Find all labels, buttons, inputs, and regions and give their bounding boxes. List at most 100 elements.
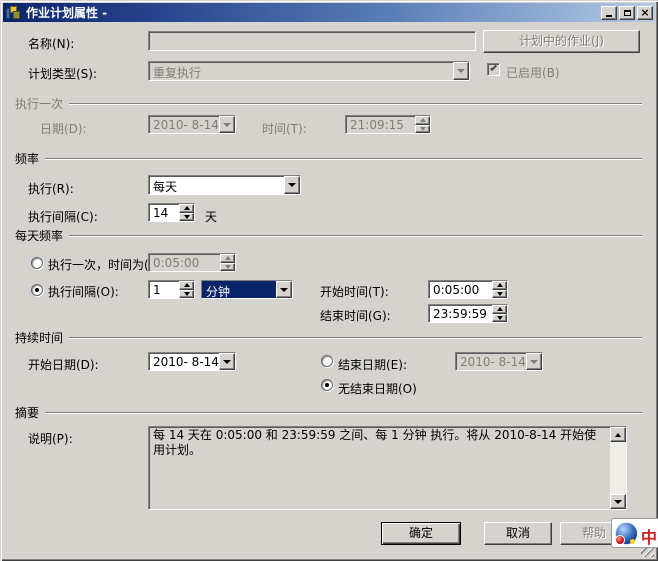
check-icon: [490, 64, 497, 71]
ime-icon[interactable]: [616, 523, 637, 544]
spinner-buttons: [220, 254, 235, 271]
one-time-time-label: 时间(T):: [262, 120, 307, 137]
ime-red-dot-icon: [615, 535, 625, 545]
ime-language-bar[interactable]: 中: [611, 518, 658, 548]
chevron-down-icon: [457, 69, 465, 73]
occurs-every-radio[interactable]: [31, 284, 43, 296]
end-date-dropdown: 2010- 8-14: [455, 352, 543, 371]
chevron-down-icon: [223, 123, 231, 127]
scrollbar-track[interactable]: [610, 442, 626, 494]
arrow-down-icon: [184, 292, 190, 296]
ok-button[interactable]: 确定: [381, 522, 461, 545]
occurs-once-radio[interactable]: [31, 257, 43, 269]
schedule-type-label: 计划类型(S):: [28, 65, 97, 82]
occurs-every-unit-value: 分钟: [202, 281, 276, 298]
start-date-label: 开始日期(D):: [28, 356, 99, 373]
spinner-down-button[interactable]: [179, 290, 194, 299]
occurs-every-label: 执行间隔(O):: [48, 283, 119, 300]
title-bar[interactable]: 作业计划属性 - ×: [3, 3, 655, 22]
no-end-date-radio[interactable]: [321, 379, 333, 391]
section-divider: [69, 235, 642, 237]
recurs-interval-value: 14: [149, 204, 179, 221]
occurs-value: 每天: [149, 176, 284, 194]
section-divider: [69, 337, 642, 339]
recurs-interval-label: 执行间隔(C):: [28, 208, 98, 225]
dropdown-arrow-button[interactable]: [276, 281, 292, 298]
schedule-icon: [6, 6, 21, 20]
one-time-section-header: 执行一次: [15, 96, 642, 110]
section-divider: [45, 412, 642, 414]
frequency-section-header: 频率: [15, 151, 642, 165]
arrow-up-icon: [184, 283, 190, 287]
chevron-down-icon: [223, 360, 231, 364]
arrow-up-icon: [184, 206, 190, 210]
occurs-every-value-spinner[interactable]: 1: [148, 280, 195, 299]
spinner-buttons[interactable]: [492, 305, 507, 322]
start-date-value: 2010- 8-14: [149, 353, 219, 370]
cancel-button[interactable]: 取消: [484, 522, 552, 545]
daily-end-time-label: 结束时间(G):: [320, 307, 391, 324]
spinner-up-button[interactable]: [492, 281, 507, 290]
minimize-button[interactable]: [601, 6, 617, 20]
arrow-down-icon: [184, 215, 190, 219]
spinner-up-button[interactable]: [179, 204, 194, 213]
enabled-label: 已启用(B): [506, 64, 560, 81]
duration-header-text: 持续时间: [15, 329, 69, 346]
section-divider: [69, 103, 642, 105]
maximize-button[interactable]: [619, 6, 635, 20]
vertical-scrollbar[interactable]: [610, 427, 626, 509]
spinner-down-button[interactable]: [179, 213, 194, 222]
summary-header-text: 摘要: [15, 404, 45, 421]
one-time-time-value: 21:09:15: [346, 116, 415, 133]
occurs-label: 执行(R):: [28, 180, 74, 197]
spinner-up-button[interactable]: [179, 281, 194, 290]
occurs-once-time-spinner: 0:05:00: [148, 253, 236, 272]
dropdown-arrow-button[interactable]: [219, 353, 235, 370]
description-text: 每 14 天在 0:05:00 和 23:59:59 之间、每 1 分钟 执行。…: [149, 427, 610, 509]
daily-end-time-value: 23:59:59: [429, 305, 492, 322]
window-title: 作业计划属性 -: [26, 4, 599, 21]
dropdown-arrow-button[interactable]: [284, 176, 300, 194]
spinner-down-button[interactable]: [492, 314, 507, 323]
chevron-down-icon: [530, 360, 538, 364]
name-label: 名称(N):: [28, 35, 74, 52]
section-divider: [45, 158, 642, 160]
summary-section-header: 摘要: [15, 405, 642, 419]
occurs-every-unit-dropdown[interactable]: 分钟: [201, 280, 293, 299]
spinner-buttons[interactable]: [492, 281, 507, 298]
close-icon: ×: [640, 8, 649, 18]
spinner-buttons[interactable]: [179, 204, 194, 221]
start-date-dropdown[interactable]: 2010- 8-14: [148, 352, 236, 371]
days-unit-label: 天: [205, 208, 217, 225]
end-date-radio[interactable]: [321, 355, 333, 367]
arrow-up-icon: [497, 307, 503, 311]
spinner-down-button: [415, 125, 430, 134]
daily-start-time-spinner[interactable]: 0:05:00: [428, 280, 508, 299]
daily-end-time-spinner[interactable]: 23:59:59: [428, 304, 508, 323]
spinner-up-button[interactable]: [492, 305, 507, 314]
one-time-time-spinner: 21:09:15: [345, 115, 431, 134]
scroll-up-button[interactable]: [610, 427, 626, 442]
arrow-down-icon: [497, 316, 503, 320]
end-date-label: 结束日期(E):: [338, 356, 407, 373]
one-time-date-value: 2010- 8-14: [149, 116, 219, 133]
jobs-in-schedule-button: 计划中的作业(J): [483, 30, 640, 53]
occurs-dropdown[interactable]: 每天: [148, 175, 301, 195]
scroll-down-button[interactable]: [610, 494, 626, 509]
close-button[interactable]: ×: [637, 6, 653, 20]
spinner-buttons[interactable]: [179, 281, 194, 298]
arrow-down-icon: [225, 265, 231, 269]
one-time-header-text: 执行一次: [15, 95, 69, 112]
description-textarea[interactable]: 每 14 天在 0:05:00 和 23:59:59 之间、每 1 分钟 执行。…: [148, 426, 627, 510]
spinner-up-button: [220, 254, 235, 263]
one-time-date-label: 日期(D):: [40, 120, 87, 137]
recurs-interval-spinner[interactable]: 14: [148, 203, 195, 222]
dropdown-arrow-button: [526, 353, 542, 370]
occurs-once-time-value: 0:05:00: [149, 254, 220, 271]
ime-mode-indicator[interactable]: 中: [641, 524, 657, 548]
spinner-down-button[interactable]: [492, 290, 507, 299]
one-time-date-dropdown: 2010- 8-14: [148, 115, 236, 134]
description-label: 说明(P):: [28, 430, 73, 447]
name-value: [149, 32, 475, 50]
chevron-down-icon: [288, 183, 296, 187]
